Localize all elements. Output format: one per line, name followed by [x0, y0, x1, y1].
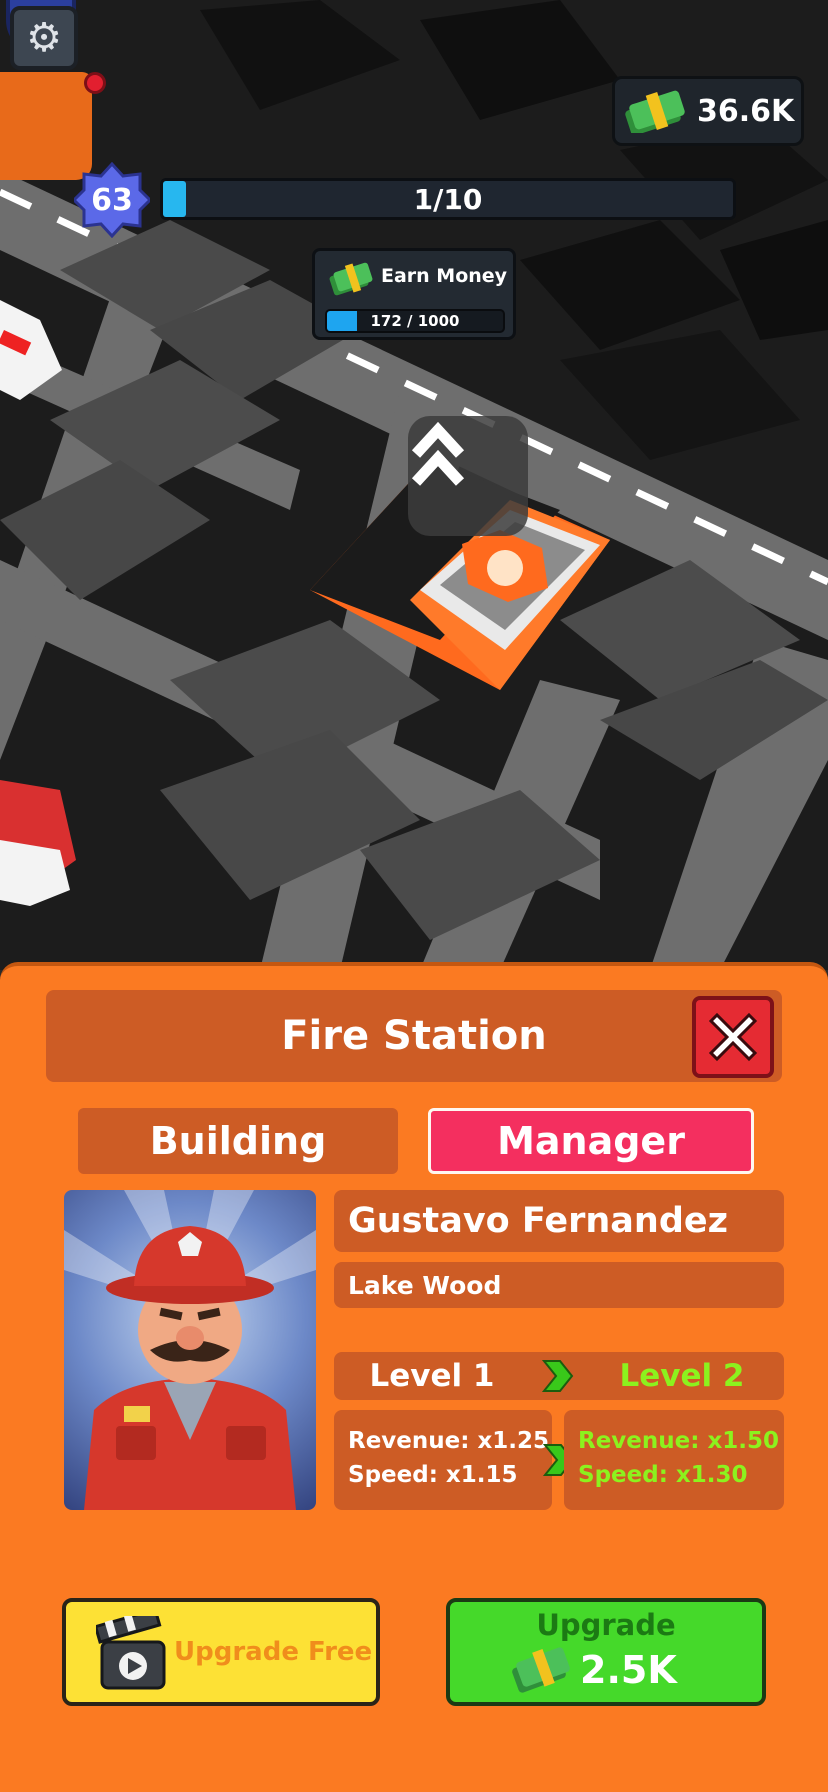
arrow-right-icon [541, 1360, 574, 1392]
player-level: 63 [91, 182, 133, 218]
double-chevron-up-icon [411, 421, 465, 486]
firefighter-portrait-image [64, 1190, 316, 1510]
next-revenue: Revenue: x1.50 [578, 1428, 780, 1454]
manager-location: Lake Wood [334, 1262, 784, 1308]
video-clapperboard-icon [96, 1616, 166, 1690]
upgrade-free-button[interactable]: Upgrade Free [62, 1598, 380, 1706]
close-icon [708, 1012, 758, 1062]
upgrade-available-indicator[interactable] [408, 416, 528, 536]
cash-stack-icon [625, 90, 685, 133]
tab-building[interactable]: Building [78, 1108, 398, 1174]
level-progress-text: 1/10 [413, 182, 483, 216]
earn-money-quest[interactable]: Earn Money 172 / 1000 [312, 248, 516, 340]
current-revenue: Revenue: x1.25 [348, 1428, 550, 1454]
notification-dot [84, 72, 106, 94]
quest-progress-bar: 172 / 1000 [325, 309, 505, 333]
next-speed: Speed: x1.30 [578, 1462, 748, 1488]
next-level: Level 2 [619, 1358, 745, 1394]
money-value: 36.6K [697, 93, 795, 129]
current-stats: Revenue: x1.25 Speed: x1.15 [334, 1410, 552, 1510]
level-progress-bar: 1/10 [160, 178, 736, 220]
cash-stack-icon [512, 1647, 570, 1693]
tab-manager[interactable]: Manager [428, 1108, 754, 1174]
current-speed: Speed: x1.15 [348, 1462, 518, 1488]
gear-icon: ⚙ [26, 15, 62, 61]
panel-title: Fire Station [46, 990, 782, 1082]
upgrade-label: Upgrade [536, 1608, 676, 1642]
level-comparison: Level 1 Level 2 [334, 1352, 784, 1400]
manager-name: Gustavo Fernandez [334, 1190, 784, 1252]
quest-progress-text: 172 / 1000 [370, 312, 460, 330]
upgrade-button[interactable]: Upgrade 2.5K [446, 1598, 766, 1706]
current-level: Level 1 [369, 1358, 495, 1394]
next-stats: Revenue: x1.50 Speed: x1.30 [564, 1410, 784, 1510]
cash-stack-icon [329, 262, 373, 296]
manager-portrait [64, 1190, 316, 1510]
close-button[interactable] [692, 996, 774, 1078]
quest-title: Earn Money [381, 265, 508, 287]
settings-button[interactable]: ⚙ [10, 6, 78, 70]
money-display: 36.6K [612, 76, 804, 146]
building-panel: Fire Station Building Manager Gustavo Fe… [0, 962, 828, 1792]
upgrade-price: 2.5K [580, 1648, 677, 1692]
upgrade-free-label: Upgrade Free [174, 1637, 373, 1667]
